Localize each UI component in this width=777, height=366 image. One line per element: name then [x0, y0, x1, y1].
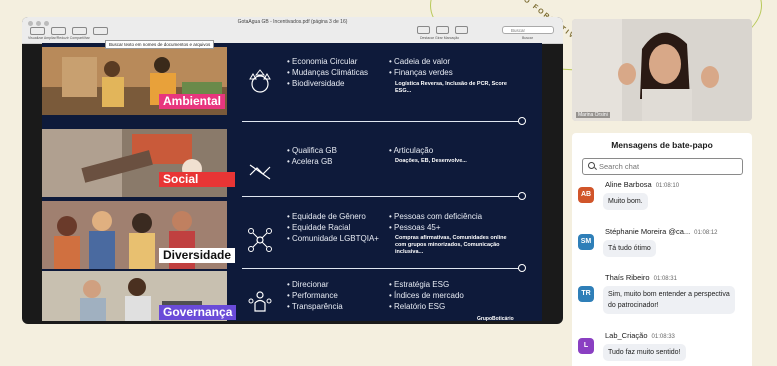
avatar: SM: [578, 234, 594, 250]
toolbar-right-labels: Destacar Girar Marcação: [420, 36, 460, 40]
avatar: AB: [578, 187, 594, 203]
diversidade-col1: Equidade de Gênero Equidade Racial Comun…: [287, 211, 379, 244]
message-sender: Stéphanie Moreira @ca... 01:08:12: [605, 227, 718, 236]
zoom-out-icon[interactable]: [51, 27, 66, 35]
chat-panel: Mensagens de bate-papo AB Aline Barbosa0…: [572, 133, 752, 366]
list-item: Acelera GB: [287, 156, 337, 167]
label-governanca: Governança: [159, 305, 237, 320]
handshake-icon: [249, 164, 271, 180]
pdf-toolbar: GotaAgua GB - Incentivados.pdf (página 3…: [22, 17, 563, 44]
slide-row-social: Social Qualifica GB Acelera GB Articulaç…: [42, 129, 542, 197]
divider-circle-icon: [518, 192, 526, 200]
ambiental-col2: Cadeia de valor Finanças verdes: [389, 56, 453, 78]
divider-line: [242, 268, 519, 269]
toolbar-left-icons: [30, 27, 108, 35]
list-item: Estratégia ESG: [389, 279, 464, 290]
list-item: Qualifica GB: [287, 145, 337, 156]
pdf-search-label: Buscar: [522, 36, 533, 40]
message-sender: Aline Barbosa 01:08:10: [605, 180, 680, 189]
toolbar-right-icons: [417, 26, 468, 34]
people-group-icon: [248, 291, 272, 312]
list-item: Índices de mercado: [389, 290, 464, 301]
list-item: Transparência: [287, 301, 343, 312]
toolbar-left-labels: Visualizar Ampliar/Reduzir Compartilhar: [28, 36, 90, 40]
chat-message: L Lab_Criação 01:08:33 Tudo faz muito sen…: [578, 331, 748, 366]
message-time: 01:08:31: [653, 276, 677, 282]
slide: Ambiental Economia Circular Mudanças Cli…: [42, 43, 542, 322]
list-item: Direcionar: [287, 279, 343, 290]
message-bubble: Tudo faz muito sentido!: [603, 344, 686, 361]
chat-message: TR Thaís Ribeiro 01:08:31 Sim, muito bom …: [578, 273, 748, 323]
avatar: TR: [578, 286, 594, 302]
list-item: Pessoas com deficiência: [389, 211, 482, 222]
list-item: Economia Circular: [287, 56, 368, 67]
label-ambiental: Ambiental: [159, 94, 226, 109]
message-time: 01:08:10: [655, 183, 680, 189]
shared-screen: GotaAgua GB - Incentivados.pdf (página 3…: [22, 17, 563, 324]
markup-icon[interactable]: [455, 26, 468, 34]
list-item: Equidade de Gênero: [287, 211, 379, 222]
ambiental-col1: Economia Circular Mudanças Climáticas Bi…: [287, 56, 368, 89]
diversidade-col2: Pessoas com deficiência Pessoas 45+: [389, 211, 482, 233]
chat-title: Mensagens de bate-papo: [611, 140, 713, 150]
divider-line: [242, 121, 519, 122]
highlight-icon[interactable]: [417, 26, 430, 34]
list-item: Finanças verdes: [389, 67, 453, 78]
message-sender: Lab_Criação 01:08:33: [605, 331, 675, 340]
slide-row-ambiental: Ambiental Economia Circular Mudanças Cli…: [42, 47, 542, 115]
message-time: 01:08:33: [651, 334, 675, 340]
toolbar-tooltip: Buscar texto em nomes de documentos e ar…: [105, 40, 215, 49]
chat-message: AB Aline Barbosa 01:08:10 Muito bom.: [578, 180, 748, 220]
pdf-search-field[interactable]: Buscar: [502, 26, 554, 34]
social-col2: Articulação: [389, 145, 434, 156]
share-icon[interactable]: [93, 27, 108, 35]
list-item: Biodiversidade: [287, 78, 368, 89]
divider-circle-icon: [518, 117, 526, 125]
social-col1: Qualifica GB Acelera GB: [287, 145, 337, 167]
governanca-col1: Direcionar Performance Transparência: [287, 279, 343, 312]
social-note: Doações, EB, Desenvolve...: [395, 158, 467, 164]
message-bubble: Sim, muito bom entender a perspectiva do…: [603, 286, 735, 314]
list-item: Pessoas 45+: [389, 222, 482, 233]
rotate-icon[interactable]: [436, 26, 449, 34]
list-item: Articulação: [389, 145, 434, 156]
chat-message: SM Stéphanie Moreira @ca... 01:08:12 Tá t…: [578, 227, 748, 267]
list-item: Equidade Racial: [287, 222, 379, 233]
view-icon[interactable]: [30, 27, 45, 35]
list-item: Comunidade LGBTQIA+: [287, 233, 379, 244]
network-people-icon: [248, 228, 272, 252]
slide-row-governanca: Governança Direcionar Performance Transp…: [42, 271, 542, 321]
avatar: L: [578, 338, 594, 354]
leaf-globe-icon: [249, 69, 271, 93]
search-icon: [588, 162, 595, 169]
participant-name: Marina Orsini: [576, 112, 610, 118]
chat-search-input[interactable]: [599, 161, 739, 172]
diversidade-note: Compras afirmativas, Comunidades online …: [395, 235, 507, 255]
list-item: Relatório ESG: [389, 301, 464, 312]
chat-search[interactable]: [582, 158, 743, 175]
slide-row-diversidade: Diversidade Equidade de Gênero Equidade …: [42, 201, 542, 269]
participant-video[interactable]: Marina Orsini: [572, 19, 752, 121]
governanca-col2: Estratégia ESG Índices de mercado Relató…: [389, 279, 464, 312]
participant-photo: [572, 19, 752, 121]
pdf-title: GotaAgua GB - Incentivados.pdf (página 3…: [237, 19, 348, 25]
label-social: Social: [159, 172, 235, 187]
grupoboticario-logo: GrupoBoticário: [477, 316, 514, 322]
message-bubble: Tá tudo ótimo: [603, 240, 656, 257]
label-diversidade: Diversidade: [159, 248, 236, 263]
list-item: Mudanças Climáticas: [287, 67, 368, 78]
list-item: Cadeia de valor: [389, 56, 453, 67]
divider-line: [242, 196, 519, 197]
message-bubble: Muito bom.: [603, 193, 648, 210]
message-sender: Thaís Ribeiro 01:08:31: [605, 273, 677, 282]
list-item: Performance: [287, 290, 343, 301]
message-time: 01:08:12: [694, 230, 718, 236]
ambiental-note: Logística Reversa, Inclusão de PCR, Scor…: [395, 81, 507, 94]
zoom-in-icon[interactable]: [72, 27, 87, 35]
